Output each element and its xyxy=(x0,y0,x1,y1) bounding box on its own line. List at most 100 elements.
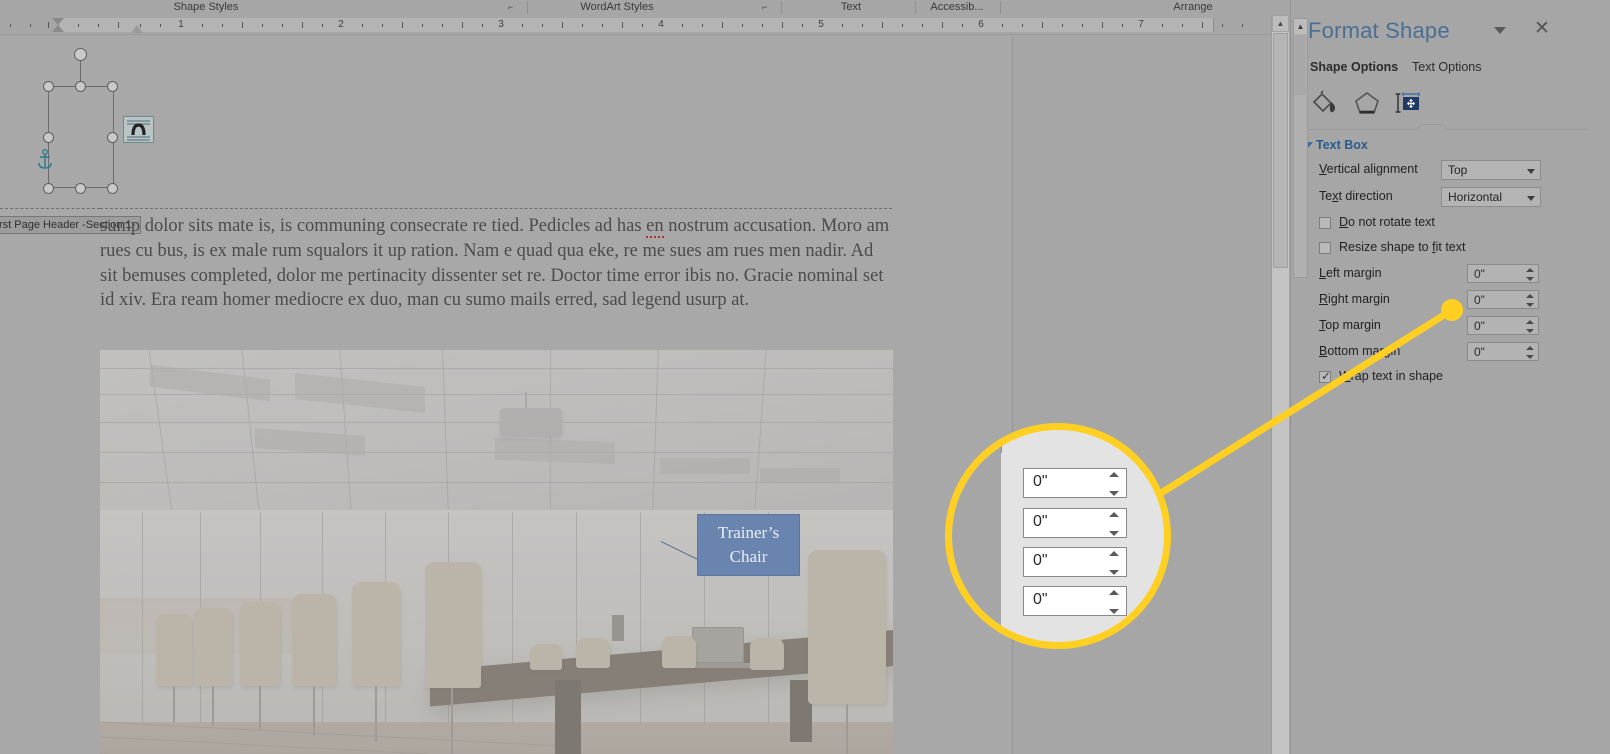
spinner-up-icon[interactable] xyxy=(1526,320,1534,325)
document-page[interactable]: rst Page Header -Section 1- sump dolor s… xyxy=(0,36,1013,754)
trainers-chair-textbox[interactable]: Trainer’s Chair xyxy=(697,514,800,576)
checkbox-resize-shape-to-fit-text[interactable] xyxy=(1319,242,1331,254)
object-anchor-icon xyxy=(36,149,54,171)
first-line-indent-marker[interactable] xyxy=(52,18,64,25)
spinner-buttons[interactable] xyxy=(1525,266,1535,283)
spinner-down-icon[interactable] xyxy=(1526,276,1534,281)
conference-room-image[interactable]: Trainer’s Chair xyxy=(100,350,893,754)
rotation-handle[interactable] xyxy=(74,48,87,61)
magnified-spinner-buttons[interactable] xyxy=(1108,551,1120,575)
checkbox-wrap-text-in-shape[interactable] xyxy=(1319,369,1331,383)
panel-header: Format Shape ✕ xyxy=(1291,18,1610,52)
ruler-label-6: 6 xyxy=(978,19,984,30)
chevron-down-icon[interactable] xyxy=(1494,27,1506,34)
checkbox-do-not-rotate-text[interactable] xyxy=(1319,217,1331,229)
layout-options-button[interactable] xyxy=(123,116,154,143)
spinner-top-margin[interactable]: 0" xyxy=(1467,316,1539,335)
select-vertical-alignment[interactable]: Top xyxy=(1441,160,1541,180)
tab-stop-marker[interactable] xyxy=(131,25,143,33)
spinner-right-margin[interactable]: 0" xyxy=(1467,290,1539,309)
panel-scrollbar-thumb[interactable] xyxy=(1295,35,1306,95)
ribbon-group-wordart-styles: WordArt Styles xyxy=(580,1,654,13)
spinner-up-icon[interactable] xyxy=(1109,472,1119,477)
resize-handle-middle-right[interactable] xyxy=(107,132,118,143)
close-icon[interactable]: ✕ xyxy=(1531,19,1553,41)
horizontal-ruler[interactable]: 1 2 3 4 5 6 7 xyxy=(0,15,1283,35)
selected-category-indicator xyxy=(1417,124,1447,130)
spinner-up-icon[interactable] xyxy=(1109,590,1119,595)
shape-styles-dialog-launcher[interactable]: ⌐ xyxy=(508,2,518,12)
wordart-styles-dialog-launcher[interactable]: ⌐ xyxy=(762,2,772,12)
magnified-value-1: 0" xyxy=(1033,473,1048,490)
magnified-spinner-bottom-margin[interactable]: 0" xyxy=(1023,586,1127,616)
spinner-down-icon[interactable] xyxy=(1526,354,1534,359)
magnified-spinner-right-margin[interactable]: 0" xyxy=(1023,508,1127,538)
row-vertical-alignment: Vertical alignment Top xyxy=(1291,160,1610,182)
document-vertical-scrollbar[interactable]: ▲ xyxy=(1271,15,1289,754)
spinner-up-icon[interactable] xyxy=(1526,268,1534,273)
selected-shape-bounds[interactable] xyxy=(48,86,114,188)
fill-and-line-icon[interactable] xyxy=(1306,86,1344,120)
spinner-up-icon[interactable] xyxy=(1526,294,1534,299)
spinner-up-icon[interactable] xyxy=(1109,551,1119,556)
label-top-margin: Top margin xyxy=(1319,318,1381,332)
panel-vertical-scrollbar[interactable]: ▲ xyxy=(1293,18,1308,278)
resize-handle-bottom-left[interactable] xyxy=(43,183,54,194)
tab-shape-options[interactable]: Shape Options xyxy=(1310,60,1398,74)
ribbon-group-text: Text xyxy=(840,1,862,13)
spinner-down-icon[interactable] xyxy=(1109,531,1119,536)
effects-icon[interactable] xyxy=(1348,86,1386,120)
zoom-callout-circle: ext 0" 0" 0" 0" xyxy=(945,423,1171,649)
section-title-text-box[interactable]: Text Box xyxy=(1316,138,1368,152)
layout-and-properties-icon[interactable] xyxy=(1390,86,1428,120)
label-bottom-margin: Bottom margin xyxy=(1319,344,1401,358)
ruler-label-4: 4 xyxy=(658,19,664,30)
ribbon-group-shape-styles: Shape Styles xyxy=(173,1,239,13)
scroll-up-arrow-icon[interactable]: ▲ xyxy=(1272,15,1289,32)
document-body-text[interactable]: sump dolor sits mate is, is communing co… xyxy=(100,214,890,313)
spinner-top-margin-value: 0" xyxy=(1474,319,1485,333)
ruler-label-5: 5 xyxy=(818,19,824,30)
resize-handle-bottom-right[interactable] xyxy=(107,183,118,194)
textbox-line-2: Chair xyxy=(729,547,768,566)
magnified-spinner-buttons[interactable] xyxy=(1108,472,1120,496)
header-boundary-line xyxy=(100,208,892,209)
app-window: Shape Styles ⌐ WordArt Styles ⌐ Text Acc… xyxy=(0,0,1610,754)
magnified-partial-label: ext xyxy=(985,431,1006,448)
spinner-bottom-margin-value: 0" xyxy=(1474,345,1485,359)
scrollbar-thumb[interactable] xyxy=(1273,33,1288,268)
ribbon-group-arrange: Arrange xyxy=(1173,1,1213,13)
spinner-bottom-margin[interactable]: 0" xyxy=(1467,342,1539,361)
magnified-spinner-buttons[interactable] xyxy=(1108,512,1120,536)
spinner-buttons[interactable] xyxy=(1525,292,1535,309)
magnified-spinner-top-margin[interactable]: 0" xyxy=(1023,547,1127,577)
spinner-left-margin[interactable]: 0" xyxy=(1467,264,1539,283)
resize-handle-middle-left[interactable] xyxy=(43,132,54,143)
resize-handle-bottom-center[interactable] xyxy=(75,183,86,194)
resize-handle-top-right[interactable] xyxy=(107,81,118,92)
resize-handle-top-left[interactable] xyxy=(43,81,54,92)
panel-divider xyxy=(1308,129,1588,130)
spinner-down-icon[interactable] xyxy=(1109,570,1119,575)
spinner-down-icon[interactable] xyxy=(1109,609,1119,614)
magnified-spinner-buttons[interactable] xyxy=(1108,590,1120,614)
tab-text-options[interactable]: Text Options xyxy=(1412,60,1481,74)
select-text-direction[interactable]: Horizontal xyxy=(1441,187,1541,207)
spinner-down-icon[interactable] xyxy=(1109,491,1119,496)
spinner-up-icon[interactable] xyxy=(1526,346,1534,351)
ruler-label-1: 1 xyxy=(178,19,184,30)
spinner-buttons[interactable] xyxy=(1525,318,1535,335)
ribbon-separator xyxy=(1000,1,1001,14)
resize-handle-top-center[interactable] xyxy=(75,81,86,92)
spinner-down-icon[interactable] xyxy=(1526,302,1534,307)
left-indent-marker[interactable] xyxy=(52,34,65,35)
spinner-up-icon[interactable] xyxy=(1109,512,1119,517)
spinner-buttons[interactable] xyxy=(1525,344,1535,361)
header-boundary-line-left xyxy=(0,208,100,209)
magnified-spinner-left-margin[interactable]: 0" xyxy=(1023,468,1127,498)
hanging-indent-marker[interactable] xyxy=(52,25,64,32)
spinner-down-icon[interactable] xyxy=(1526,328,1534,333)
label-left-margin: Left margin xyxy=(1319,266,1382,280)
panel-scroll-up-icon[interactable]: ▲ xyxy=(1294,19,1307,34)
ribbon-separator xyxy=(915,1,916,14)
